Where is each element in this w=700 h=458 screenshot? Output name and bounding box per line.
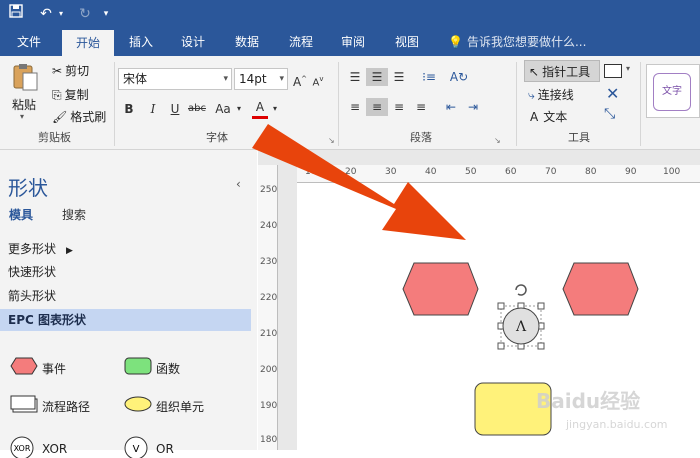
diagram-layer: Λ Baidu经验 jingyan.baidu.com	[252, 124, 668, 436]
watermark-brand: Baidu经验	[536, 389, 640, 413]
event-shape[interactable]	[402, 262, 479, 316]
and-symbol: Λ	[515, 319, 527, 335]
annotation-arrow	[252, 124, 466, 240]
rotate-handle-icon[interactable]	[515, 284, 527, 296]
event-shape[interactable]	[562, 262, 639, 316]
watermark-url: jingyan.baidu.com	[565, 418, 668, 431]
